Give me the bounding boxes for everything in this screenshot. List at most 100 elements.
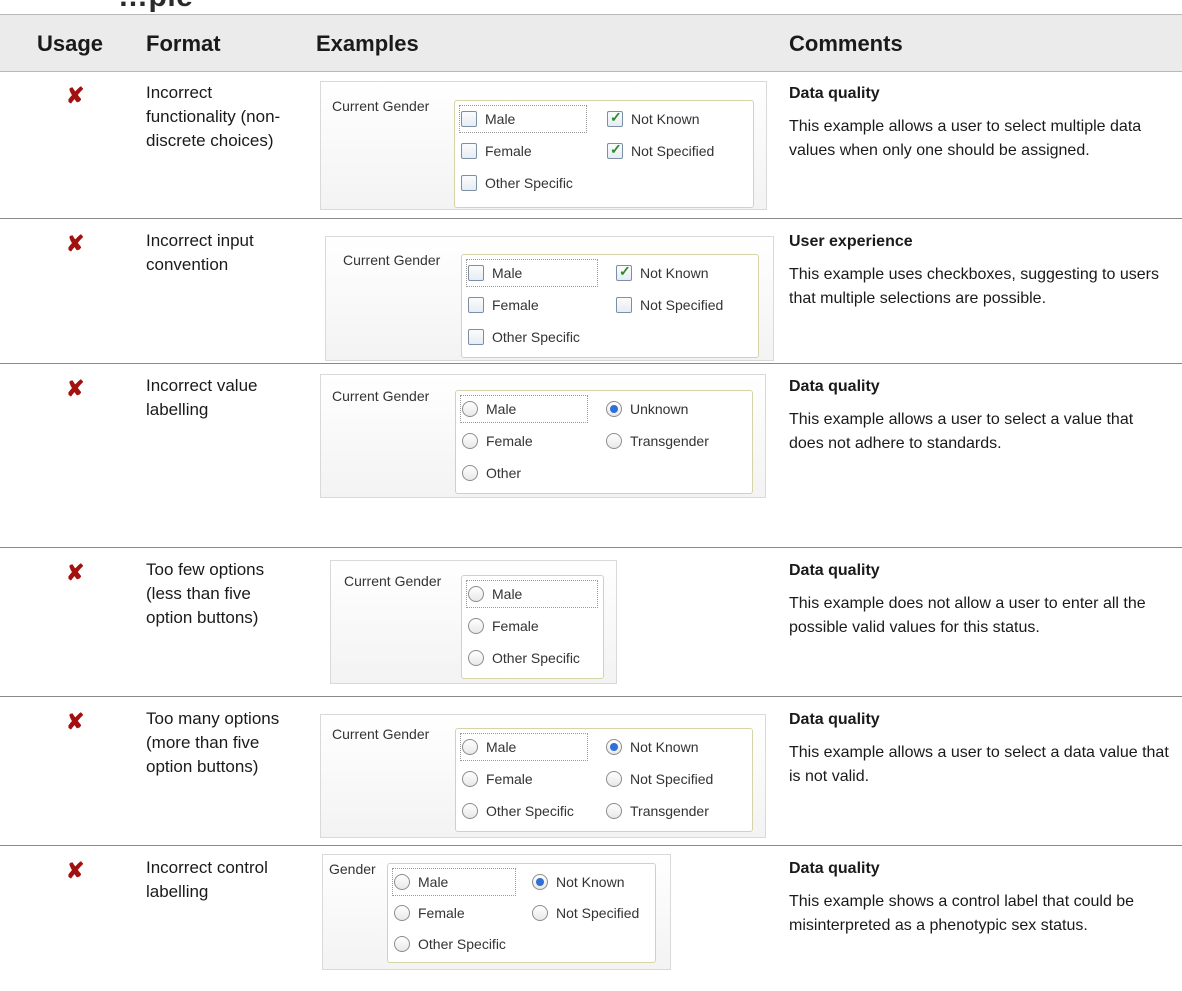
option-label: Female: [486, 771, 533, 787]
radio-icon[interactable]: [468, 650, 484, 666]
option-label: Male: [486, 401, 517, 417]
option-label: Other Specific: [485, 175, 573, 191]
checkbox-checked-icon[interactable]: [616, 263, 632, 281]
option-other[interactable]: Other: [462, 461, 521, 485]
format-cell: Incorrect input convention: [146, 231, 254, 274]
option-label: Not Specified: [556, 905, 640, 921]
option-other-specific[interactable]: Other Specific: [461, 171, 573, 195]
comment-title: User experience: [789, 233, 913, 250]
option-not-known[interactable]: Not Known: [606, 735, 698, 759]
option-label: Other Specific: [418, 936, 506, 952]
example-panel: Current Gender Male Not Known Female Not…: [320, 714, 766, 838]
checkbox-icon[interactable]: [468, 265, 484, 281]
radio-icon[interactable]: [532, 905, 548, 921]
option-label: Not Known: [631, 111, 700, 127]
option-female[interactable]: Female: [462, 767, 533, 791]
option-not-specified[interactable]: Not Specified: [607, 139, 714, 163]
example-panel: Current Gender Male Unknown Female Trans…: [320, 374, 766, 498]
example-legend: Current Gender: [332, 726, 430, 742]
comment-cell: Data quality This example allows a user …: [789, 709, 1169, 789]
option-label: Not Known: [630, 739, 699, 755]
checkbox-icon[interactable]: [461, 175, 477, 191]
option-not-specified[interactable]: Not Specified: [532, 901, 639, 925]
comment-cell: Data quality This example does not allow…: [789, 560, 1169, 640]
checkbox-icon[interactable]: [616, 297, 632, 313]
option-female[interactable]: Female: [462, 429, 533, 453]
radio-icon[interactable]: [462, 433, 478, 449]
option-female[interactable]: Female: [468, 293, 539, 317]
checkbox-icon[interactable]: [461, 143, 477, 159]
option-male[interactable]: Male: [459, 105, 587, 133]
option-male[interactable]: Male: [466, 580, 598, 608]
option-other-specific[interactable]: Other Specific: [462, 799, 574, 823]
table-row: ✘ Incorrect control labelling Gender Mal…: [0, 846, 1182, 990]
option-label: Unknown: [630, 401, 689, 417]
radio-icon[interactable]: [462, 465, 478, 481]
radio-selected-icon[interactable]: [606, 739, 622, 755]
radio-icon[interactable]: [394, 874, 410, 890]
radio-selected-icon[interactable]: [532, 874, 548, 890]
option-unknown[interactable]: Unknown: [606, 397, 688, 421]
option-male[interactable]: Male: [460, 395, 588, 423]
comment-cell: Data quality This example allows a user …: [789, 83, 1169, 163]
checkbox-icon[interactable]: [468, 297, 484, 313]
option-not-known[interactable]: Not Known: [607, 107, 699, 131]
radio-icon[interactable]: [468, 586, 484, 602]
option-not-specified[interactable]: Not Specified: [616, 293, 723, 317]
example-panel: Current Gender Male Not Known Female Not…: [325, 236, 774, 361]
radio-icon[interactable]: [606, 433, 622, 449]
option-other-specific[interactable]: Other Specific: [468, 325, 580, 349]
option-female[interactable]: Female: [468, 614, 539, 638]
example-panel: Current Gender Male Not Known Female Not…: [320, 81, 767, 210]
comment-text: This example allows a user to select mul…: [789, 118, 1142, 159]
radio-icon[interactable]: [462, 803, 478, 819]
radio-group: Male Female Other Specific: [461, 575, 604, 679]
radio-icon[interactable]: [606, 803, 622, 819]
radio-selected-icon[interactable]: [606, 401, 622, 417]
checkbox-checked-icon[interactable]: [607, 109, 623, 127]
comment-cell: User experience This example uses checkb…: [789, 231, 1169, 311]
option-not-known[interactable]: Not Known: [616, 261, 708, 285]
table-row: ✘ Too few options (less than five option…: [0, 548, 1182, 697]
option-male[interactable]: Male: [460, 733, 588, 761]
checkbox-group: Male Not Known Female Not Specified Othe…: [461, 254, 759, 358]
option-label: Male: [486, 739, 517, 755]
option-transgender[interactable]: Transgender: [606, 799, 709, 823]
option-not-specified[interactable]: Not Specified: [606, 767, 713, 791]
option-male[interactable]: Male: [392, 868, 516, 896]
comment-title: Data quality: [789, 860, 880, 877]
option-other-specific[interactable]: Other Specific: [394, 932, 506, 956]
header-comments: Comments: [789, 31, 903, 56]
radio-icon[interactable]: [394, 936, 410, 952]
radio-icon[interactable]: [394, 905, 410, 921]
option-label: Male: [492, 265, 523, 281]
radio-icon[interactable]: [606, 771, 622, 787]
comment-text: This example shows a control label that …: [789, 893, 1135, 934]
header-examples: Examples: [316, 31, 419, 56]
cross-mark-icon: ✘: [66, 83, 85, 108]
cross-mark-icon: ✘: [66, 231, 85, 256]
checkbox-icon[interactable]: [461, 111, 477, 127]
radio-icon[interactable]: [462, 401, 478, 417]
option-female[interactable]: Female: [394, 901, 465, 925]
option-label: Female: [485, 143, 532, 159]
header-usage: Usage: [37, 31, 104, 56]
example-panel: Gender Male Not Known Female Not Specifi…: [322, 854, 671, 970]
table-row: ✘ Incorrect input convention Current Gen…: [0, 219, 1182, 364]
option-female[interactable]: Female: [461, 139, 532, 163]
comment-title: Data quality: [789, 85, 880, 102]
table-row: ✘ Incorrect value labelling Current Gend…: [0, 364, 1182, 548]
option-label: Not Known: [556, 874, 625, 890]
option-other-specific[interactable]: Other Specific: [468, 646, 580, 670]
option-label: Not Specified: [631, 143, 715, 159]
checkbox-icon[interactable]: [468, 329, 484, 345]
checkbox-group: Male Not Known Female Not Specified Othe…: [454, 100, 754, 208]
radio-icon[interactable]: [468, 618, 484, 634]
radio-icon[interactable]: [462, 739, 478, 755]
option-transgender[interactable]: Transgender: [606, 429, 709, 453]
cross-mark-icon: ✘: [66, 858, 85, 883]
checkbox-checked-icon[interactable]: [607, 141, 623, 159]
option-not-known[interactable]: Not Known: [532, 870, 624, 894]
radio-icon[interactable]: [462, 771, 478, 787]
option-male[interactable]: Male: [466, 259, 598, 287]
